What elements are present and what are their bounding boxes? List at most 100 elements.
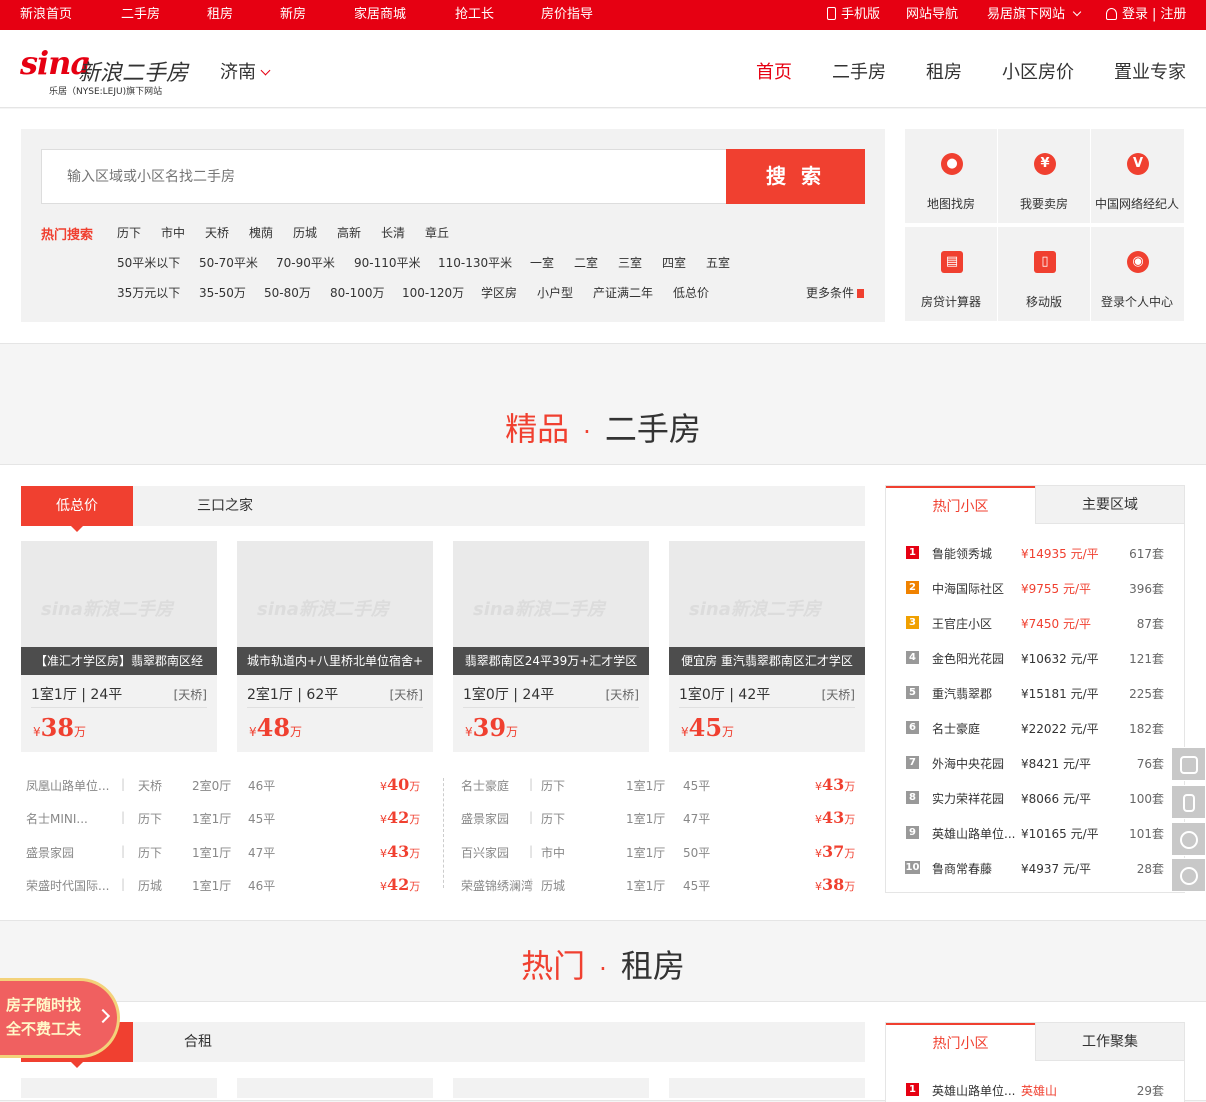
tag-size[interactable]: 50平米以下 bbox=[117, 254, 180, 271]
tag-area[interactable]: 市中 bbox=[161, 224, 185, 241]
list-layout: 1室1厅 bbox=[626, 812, 666, 826]
rank-badge: 6 bbox=[906, 721, 919, 734]
side-tab-main-area[interactable]: 主要区域 bbox=[1035, 486, 1184, 524]
float-chat-button[interactable] bbox=[1171, 822, 1206, 856]
tag-size[interactable]: 50-70平米 bbox=[199, 254, 258, 271]
tag-feature[interactable]: 小户型 bbox=[537, 284, 573, 301]
tag-area[interactable]: 槐荫 bbox=[249, 224, 273, 241]
nav-community-price[interactable]: 小区房价 bbox=[1002, 58, 1074, 84]
listing-card[interactable]: sina新浪二手房 翡翠郡南区24平39万+汇才学区 1室0厅 | 24平 [天桥… bbox=[453, 541, 649, 752]
top-link-contractor[interactable]: 抢工长 bbox=[455, 0, 494, 30]
list-name[interactable]: 凤凰山路单位... bbox=[26, 777, 109, 794]
service-mobile[interactable]: ▯ 移动版 bbox=[998, 227, 1090, 321]
tag-area[interactable]: 章丘 bbox=[425, 224, 449, 241]
tag-size[interactable]: 110-130平米 bbox=[438, 254, 512, 271]
list-name[interactable]: 名士MINI... bbox=[26, 810, 88, 827]
rank-name[interactable]: 英雄山路单位... bbox=[932, 825, 1015, 842]
tag-feature[interactable]: 低总价 bbox=[673, 284, 709, 301]
service-login-center[interactable]: ◉ 登录个人中心 bbox=[1091, 227, 1184, 321]
more-conditions-link[interactable]: 更多条件 bbox=[806, 284, 865, 301]
side-tab-hot-community[interactable]: 热门小区 bbox=[886, 1023, 1035, 1061]
list-name[interactable]: 盛景家园 bbox=[461, 810, 509, 827]
tag-rooms[interactable]: 五室 bbox=[706, 254, 730, 271]
rank-name[interactable]: 鲁能领秀城 bbox=[932, 545, 992, 562]
list-name[interactable]: 荣盛锦绣澜湾 bbox=[461, 877, 533, 894]
nav-secondhand[interactable]: 二手房 bbox=[832, 58, 886, 84]
tab-low-price[interactable]: 低总价 bbox=[21, 486, 133, 532]
rank-name[interactable]: 实力荣祥花园 bbox=[932, 790, 1004, 807]
top-link-secondhand[interactable]: 二手房 bbox=[121, 0, 160, 30]
tag-price[interactable]: 100-120万 bbox=[402, 284, 464, 301]
tag-feature[interactable]: 学区房 bbox=[481, 284, 517, 301]
rank-name[interactable]: 王官庄小区 bbox=[932, 615, 992, 632]
top-link-newhouse[interactable]: 新房 bbox=[280, 0, 306, 30]
rank-price: ¥8421 元/平 bbox=[1021, 757, 1092, 771]
service-loan-calculator[interactable]: ▤ 房贷计算器 bbox=[905, 227, 997, 321]
list-name[interactable]: 名士豪庭 bbox=[461, 777, 509, 794]
list-sep: | bbox=[529, 777, 534, 791]
list-name[interactable]: 百兴家园 bbox=[461, 844, 509, 861]
float-home-button[interactable] bbox=[1171, 747, 1206, 781]
tag-price[interactable]: 35万元以下 bbox=[117, 284, 180, 301]
register-link[interactable]: 注册 bbox=[1160, 7, 1186, 22]
rank-name[interactable]: 重汽翡翠郡 bbox=[932, 685, 992, 702]
tag-rooms[interactable]: 二室 bbox=[574, 254, 598, 271]
top-link-home-mall[interactable]: 家居商城 bbox=[354, 0, 406, 30]
rent-card[interactable] bbox=[237, 1078, 433, 1098]
float-feedback-button[interactable] bbox=[1171, 858, 1206, 892]
tag-price[interactable]: 80-100万 bbox=[330, 284, 385, 301]
tag-feature[interactable]: 产证满二年 bbox=[593, 284, 653, 301]
rent-card[interactable] bbox=[453, 1078, 649, 1098]
top-link-rent[interactable]: 租房 bbox=[207, 0, 233, 30]
rent-card[interactable] bbox=[21, 1078, 217, 1098]
rent-card[interactable] bbox=[669, 1078, 865, 1098]
tag-area[interactable]: 长清 bbox=[381, 224, 405, 241]
tab-shared-rent[interactable]: 合租 bbox=[184, 1022, 212, 1062]
search-button[interactable]: 搜 索 bbox=[726, 149, 865, 204]
service-sell-house[interactable]: ¥ 我要卖房 bbox=[998, 129, 1090, 223]
tag-price[interactable]: 50-80万 bbox=[264, 284, 311, 301]
list-name[interactable]: 盛景家园 bbox=[26, 844, 74, 861]
side-tab-hot-community[interactable]: 热门小区 bbox=[886, 486, 1035, 524]
site-nav-link[interactable]: 网站导航 bbox=[906, 0, 958, 30]
search-input[interactable] bbox=[41, 149, 727, 204]
rank-name[interactable]: 金色阳光花园 bbox=[932, 650, 1004, 667]
listing-card[interactable]: sina新浪二手房 便宜房 重汽翡翠郡南区汇才学区 1室0厅 | 42平 [天桥]… bbox=[669, 541, 865, 752]
mobile-link[interactable]: 手机版 bbox=[827, 0, 880, 30]
tag-size[interactable]: 90-110平米 bbox=[354, 254, 421, 271]
promo-badge[interactable]: 房子随时找 全不费工夫 bbox=[0, 978, 120, 1058]
tag-area[interactable]: 历下 bbox=[117, 224, 141, 241]
listing-card[interactable]: sina新浪二手房 城市轨道内+八里桥北单位宿舍+ 2室1厅 | 62平 [天桥]… bbox=[237, 541, 433, 752]
float-mobile-button[interactable] bbox=[1171, 785, 1206, 819]
tag-rooms[interactable]: 一室 bbox=[530, 254, 554, 271]
map-pin-icon: ● bbox=[941, 153, 963, 175]
tag-size[interactable]: 70-90平米 bbox=[276, 254, 335, 271]
tag-area[interactable]: 天桥 bbox=[205, 224, 229, 241]
city-selector[interactable]: 济南 bbox=[220, 58, 271, 84]
list-name[interactable]: 荣盛时代国际... bbox=[26, 877, 109, 894]
service-agent[interactable]: V 中国网络经纪人 bbox=[1091, 129, 1184, 223]
listing-card[interactable]: sina新浪二手房 【准汇才学区房】翡翠郡南区经 1室1厅 | 24平 [天桥] … bbox=[21, 541, 217, 752]
tag-area[interactable]: 高新 bbox=[337, 224, 361, 241]
nav-expert[interactable]: 置业专家 bbox=[1114, 58, 1186, 84]
login-link[interactable]: 登录 bbox=[1122, 7, 1148, 22]
rank-name[interactable]: 中海国际社区 bbox=[932, 580, 1004, 597]
tab-family-of-three[interactable]: 三口之家 bbox=[197, 486, 253, 526]
tag-area[interactable]: 历城 bbox=[293, 224, 317, 241]
rank-name[interactable]: 名士豪庭 bbox=[932, 720, 980, 737]
nav-home[interactable]: 首页 bbox=[756, 58, 792, 84]
tag-price[interactable]: 35-50万 bbox=[199, 284, 246, 301]
rank-name[interactable]: 外海中央花园 bbox=[932, 755, 1004, 772]
top-link-price-guide[interactable]: 房价指导 bbox=[541, 0, 593, 30]
rank-name[interactable]: 鲁商常春藤 bbox=[932, 860, 992, 877]
top-link-sina-home[interactable]: 新浪首页 bbox=[20, 0, 72, 30]
rank-name[interactable]: 英雄山路单位... bbox=[932, 1082, 1015, 1099]
list-price: ¥40万 bbox=[380, 775, 421, 794]
site-name[interactable]: 新浪二手房 bbox=[78, 55, 188, 87]
tag-rooms[interactable]: 四室 bbox=[662, 254, 686, 271]
side-tab-work-area[interactable]: 工作聚集 bbox=[1035, 1023, 1184, 1061]
family-sites-dropdown[interactable]: 易居旗下网站 bbox=[987, 0, 1082, 30]
nav-rent[interactable]: 租房 bbox=[926, 58, 962, 84]
tag-rooms[interactable]: 三室 bbox=[618, 254, 642, 271]
service-map-search[interactable]: ● 地图找房 bbox=[905, 129, 997, 223]
